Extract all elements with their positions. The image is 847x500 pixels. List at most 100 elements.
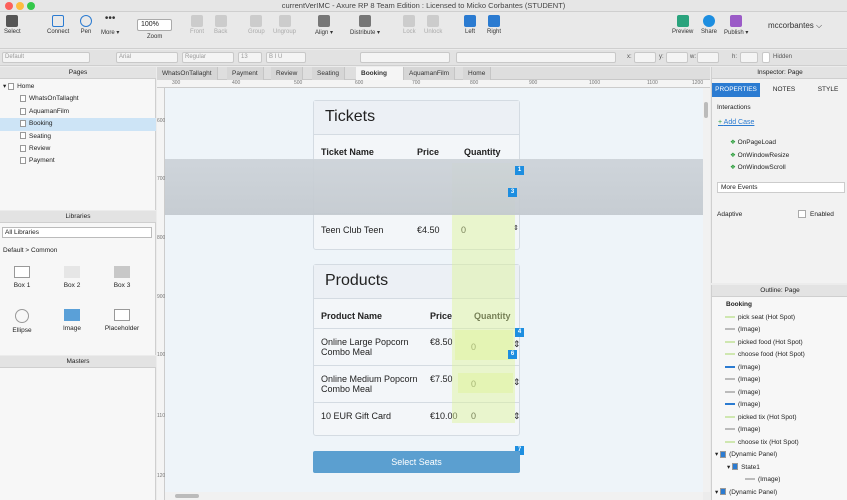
marker-badge[interactable]: 1 [515, 166, 524, 175]
more-events-select[interactable]: More Events [717, 182, 845, 193]
library-image[interactable]: Image [52, 309, 92, 332]
tab-home[interactable]: Home [463, 67, 492, 80]
library-box1[interactable]: Box 1 [2, 266, 42, 289]
inspector-header: Inspector: Page [712, 67, 847, 79]
dynamic-panel-overlay[interactable] [165, 159, 703, 215]
marker-badge[interactable]: 6 [508, 350, 517, 359]
design-canvas[interactable]: Tickets Ticket Name Price Quantity Teen … [165, 88, 703, 492]
zoom-select[interactable]: 100% [137, 19, 172, 31]
page-item-payment[interactable]: Payment [0, 155, 156, 167]
w-input[interactable] [697, 52, 719, 63]
select-tool[interactable]: Select [4, 15, 21, 35]
outline-item[interactable]: choose food (Hot Spot) [715, 349, 845, 362]
enabled-checkbox[interactable] [798, 210, 806, 218]
outline-root[interactable]: Booking [715, 299, 845, 312]
user-menu[interactable]: mccorbantes ⌵ [768, 21, 822, 31]
outline-item[interactable]: (Image) [715, 387, 845, 400]
share-button[interactable]: Share [701, 15, 717, 35]
library-box3[interactable]: Box 3 [102, 266, 142, 289]
lock-button[interactable]: Lock [403, 15, 416, 35]
library-placeholder[interactable]: Placeholder [102, 309, 142, 332]
page-item-booking[interactable]: Booking [0, 118, 156, 131]
event-onwindowscroll[interactable]: ❖ OnWindowScroll [730, 162, 789, 175]
bring-front-button[interactable]: Front [190, 15, 204, 35]
ungroup-button[interactable]: Ungroup [273, 15, 296, 35]
tab-seating[interactable]: Seating [312, 67, 346, 80]
outline-label: (Image) [738, 376, 761, 383]
style-select[interactable]: Default [2, 52, 90, 63]
tab-booking[interactable]: Booking [356, 67, 404, 80]
distribute-button[interactable]: Distribute ▾ [350, 15, 380, 36]
tab-payment[interactable]: Payment [227, 67, 264, 80]
page-item-seating[interactable]: Seating [0, 131, 156, 143]
ruler-tick: 800 [470, 80, 479, 86]
library-ellipse[interactable]: Ellipse [2, 309, 42, 334]
page-item-aquamanfilm[interactable]: AquamanFilm [0, 106, 156, 118]
canvas-vertical-scrollbar[interactable] [703, 88, 710, 492]
preview-button[interactable]: Preview [672, 15, 693, 35]
page-item-home[interactable]: ▾ Home [0, 81, 156, 93]
library-select[interactable]: All Libraries [2, 227, 152, 238]
left-panel-toggle[interactable]: Left [464, 15, 476, 35]
scroll-thumb[interactable] [704, 102, 708, 118]
outline-item[interactable]: (Image) [715, 474, 845, 487]
outline-item[interactable]: (Image) [715, 324, 845, 337]
x-input[interactable] [634, 52, 656, 63]
outline-item[interactable]: ▾ (Dynamic Panel) [715, 487, 845, 500]
h-input[interactable] [740, 52, 758, 63]
line-style-controls[interactable] [456, 52, 616, 63]
group-button[interactable]: Group [248, 15, 265, 35]
hotspot-highlight[interactable] [455, 330, 513, 360]
select-seats-button[interactable]: Select Seats [313, 451, 520, 473]
more-tools-button[interactable]: ••• More ▾ [101, 14, 119, 37]
library-group[interactable]: Default > Common [3, 247, 57, 254]
outline-item[interactable]: (Image) [715, 374, 845, 387]
alignment-buttons[interactable] [360, 52, 450, 63]
canvas-horizontal-scrollbar[interactable] [165, 492, 703, 500]
hidden-checkbox[interactable] [762, 52, 770, 63]
outline-item[interactable]: ▾ State1 [715, 462, 845, 475]
library-box2[interactable]: Box 2 [52, 266, 92, 289]
hotspot-highlight[interactable] [458, 373, 513, 393]
publish-button[interactable]: Publish ▾ [724, 15, 748, 36]
tab-whatsontallaght[interactable]: WhatsOnTallaght [157, 67, 218, 80]
scroll-thumb[interactable] [175, 494, 199, 498]
outline-item[interactable]: choose tix (Hot Spot) [715, 437, 845, 450]
tab-style[interactable]: STYLE [808, 83, 847, 97]
event-onpageload[interactable]: ❖ OnPageLoad [730, 137, 789, 150]
text-style-buttons[interactable]: B I U [266, 52, 306, 63]
align-button[interactable]: Align ▾ [315, 15, 333, 36]
marker-badge[interactable]: 3 [508, 188, 517, 197]
marker-badge[interactable]: 4 [515, 328, 524, 337]
outline-item[interactable]: picked food (Hot Spot) [715, 337, 845, 350]
pages-header: Pages [0, 67, 156, 79]
outline-item[interactable]: (Image) [715, 399, 845, 412]
ungroup-label: Ungroup [273, 29, 297, 35]
pen-tool[interactable]: Pen [80, 15, 92, 35]
y-input[interactable] [666, 52, 688, 63]
page-item-review[interactable]: Review [0, 143, 156, 155]
event-onwindowresize[interactable]: ❖ OnWindowResize [730, 150, 789, 163]
outline-item[interactable]: (Image) [715, 362, 845, 375]
font-select[interactable]: Arial [116, 52, 178, 63]
outline-item[interactable]: pick seat (Hot Spot) [715, 312, 845, 325]
font-size-select[interactable]: 13 [238, 52, 262, 63]
product-name: 10 EUR Gift Card [321, 411, 392, 421]
tab-review[interactable]: Review [271, 67, 304, 80]
outline-item[interactable]: (Image) [715, 424, 845, 437]
outline-item[interactable]: picked tix (Hot Spot) [715, 412, 845, 425]
unlock-button[interactable]: Unlock [424, 15, 442, 35]
ruler-tick: 400 [232, 80, 241, 86]
outline-item[interactable]: ▾ (Dynamic Panel) [715, 449, 845, 462]
page-item-whatsontallaght[interactable]: WhatsOnTallaght [0, 93, 156, 105]
ruler-tick: 700 [412, 80, 421, 86]
outline-label: (Image) [738, 401, 761, 408]
tab-notes[interactable]: NOTES [760, 83, 808, 97]
send-back-button[interactable]: Back [214, 15, 227, 35]
weight-select[interactable]: Regular [182, 52, 234, 63]
right-panel-toggle[interactable]: Right [487, 15, 501, 35]
add-case-link[interactable]: + Add Case [718, 119, 754, 126]
tab-properties[interactable]: PROPERTIES [712, 83, 760, 97]
tab-aquamanfilm[interactable]: AquamanFilm [404, 67, 456, 80]
connect-tool[interactable]: Connect [47, 15, 69, 35]
